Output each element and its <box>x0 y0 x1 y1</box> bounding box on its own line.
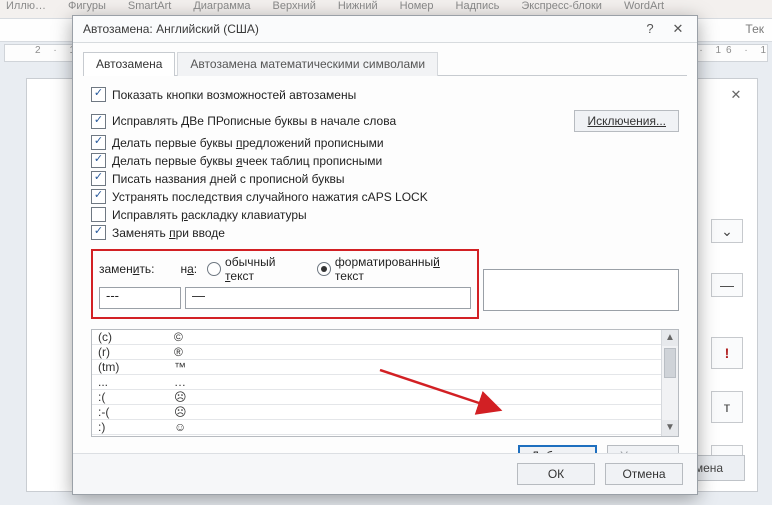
list-item[interactable]: :-(☹ <box>92 405 662 420</box>
close-button[interactable]: ✕ <box>665 19 691 39</box>
cb-day-caps[interactable] <box>91 171 106 186</box>
dialog-title: Автозамена: Английский (США) <box>83 22 635 36</box>
dialog-tabs: Автозамена Автозамена математическими си… <box>73 43 697 75</box>
lbl-two-caps: Исправлять ДВе ПРописные буквы в начале … <box>112 114 396 128</box>
input-replace-with[interactable]: — <box>185 287 471 309</box>
exceptions-button[interactable]: Исключения... <box>574 110 679 132</box>
lbl-sentence-caps: Делать первые буквы предложений прописны… <box>112 136 384 150</box>
cb-replace-on-type[interactable] <box>91 225 106 240</box>
dialog-titlebar: Автозамена: Английский (США) ? ✕ <box>73 16 697 43</box>
replace-area-highlight: заменить: на: обычный текст <box>91 249 479 319</box>
scroll-down-icon[interactable]: ▼ <box>662 420 678 436</box>
lbl-replace-on-type: Заменять при вводе <box>112 226 225 240</box>
panel-btn-1[interactable]: ⌄ <box>711 219 743 243</box>
list-item[interactable]: ...… <box>92 375 662 390</box>
panel-btn-4[interactable]: т <box>711 391 743 423</box>
cb-sentence-caps[interactable] <box>91 135 106 150</box>
radio-plain-text[interactable]: обычный текст <box>207 255 307 283</box>
ribbon-right-label: Тек <box>745 22 764 36</box>
lbl-replace-to: на: <box>180 262 197 276</box>
cb-cell-caps[interactable] <box>91 153 106 168</box>
lbl-day-caps: Писать названия дней с прописной буквы <box>112 172 345 186</box>
panel-btn-3[interactable]: ! <box>711 337 743 369</box>
radio-dot-icon <box>207 262 221 276</box>
cb-two-caps[interactable] <box>91 114 106 129</box>
tab-autocorrect[interactable]: Автозамена <box>83 52 175 76</box>
input-replace-from[interactable]: --- <box>99 287 181 309</box>
help-button[interactable]: ? <box>637 19 663 39</box>
dialog-footer: ОК Отмена <box>73 453 697 494</box>
list-item[interactable]: (c)© <box>92 330 662 345</box>
radio-formatted-text[interactable]: форматированный текст <box>317 255 471 283</box>
scroll-up-icon[interactable]: ▲ <box>662 330 678 346</box>
lbl-caps-lock: Устранять последствия случайного нажатия… <box>112 190 428 204</box>
radio-dot-icon <box>317 262 331 276</box>
list-item[interactable]: :(☹ <box>92 390 662 405</box>
tab-math-autocorrect[interactable]: Автозамена математическими символами <box>177 52 438 76</box>
cb-show-buttons[interactable] <box>91 87 106 102</box>
scroll-thumb[interactable] <box>664 348 676 378</box>
background-close-icon[interactable]: ✕ <box>723 85 749 105</box>
cb-caps-lock[interactable] <box>91 189 106 204</box>
ok-button[interactable]: ОК <box>517 463 595 485</box>
lbl-keyboard-layout: Исправлять раскладку клавиатуры <box>112 208 307 222</box>
list-item[interactable]: :)☺ <box>92 420 662 435</box>
panel-btn-2[interactable]: — <box>711 273 743 297</box>
lbl-cell-caps: Делать первые буквы ячеек таблиц прописн… <box>112 154 382 168</box>
list-scrollbar[interactable]: ▲ ▼ <box>661 330 678 436</box>
list-item[interactable]: (tm)™ <box>92 360 662 375</box>
lbl-replace-from: заменить: <box>99 262 180 276</box>
list-item[interactable]: (r)® <box>92 345 662 360</box>
cancel-button[interactable]: Отмена <box>605 463 683 485</box>
background-side-panel: ⌄ — ! т ⌄ <box>711 219 745 475</box>
lbl-show-buttons: Показать кнопки возможностей автозамены <box>112 88 356 102</box>
input-replace-with-preview[interactable] <box>483 269 679 311</box>
autocorrect-list: (c)© (r)® (tm)™ ...… :(☹ :-(☹ :)☺ ▲ ▼ <box>91 329 679 437</box>
cb-keyboard-layout[interactable] <box>91 207 106 222</box>
autocorrect-dialog: Автозамена: Английский (США) ? ✕ Автозам… <box>72 15 698 495</box>
